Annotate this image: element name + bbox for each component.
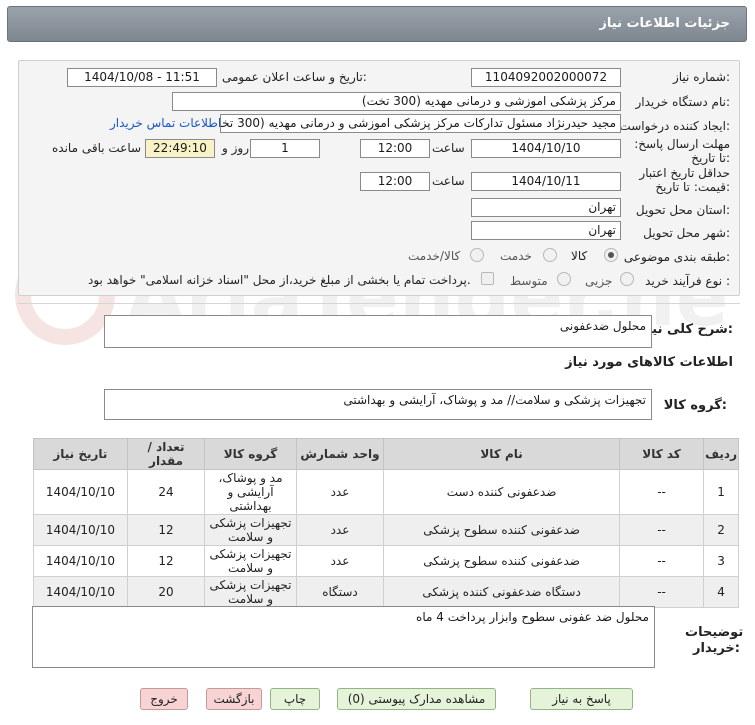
need-number-label: شماره نیاز: [672,70,730,84]
process-minor-radio[interactable] [620,272,634,286]
cell-row-number: 1 [703,469,739,515]
cell-quantity: 12 [126,545,206,577]
col-header-item-name: نام کالا [383,438,620,470]
city-field: تهران [471,221,621,240]
city-label: شهر محل تحویل: [643,226,730,240]
buyer-org-label: نام دستگاه خریدار: [635,95,731,109]
cell-quantity: 24 [126,469,206,515]
cell-group: مد و پوشاک، آرایشی و بهداشتی [204,469,297,515]
cell-item-name: ضدعفونی کننده سطوح پزشکی [383,545,620,577]
requester-label: ایجاد کننده درخواست: [619,119,730,133]
cell-group: تجهیزات پزشکی و سلامت [204,514,297,546]
col-header-quantity: تعداد / مقدار [126,438,206,470]
cell-item-name: ضدعفونی کننده دست [383,469,620,515]
cell-item-code: -- [618,514,705,546]
table-row[interactable]: 3 -- ضدعفونی کننده سطوح پزشکی عدد تجهیزا… [33,545,739,577]
deadline-label: مهلت ارسال پاسخ: تا تاریخ: [634,137,730,165]
buyer-notes-field: محلول ضد عفونی سطوح وابزار پرداخت 4 ماه [32,606,655,668]
table-row[interactable]: 1 -- ضدعفونی کننده دست عدد مد و پوشاک، آ… [33,469,739,515]
cell-unit: عدد [295,469,385,515]
cell-group: تجهیزات پزشکی و سلامت [204,545,297,577]
province-label: استان محل تحویل: [635,203,730,217]
process-minor-label: جزیی [585,274,613,288]
process-medium-label: متوسط [510,274,548,288]
category-goods-radio[interactable] [604,248,618,262]
view-attachments-button[interactable]: مشاهده مدارک پیوستی (0) [337,688,496,710]
category-goods-label: کالا [571,249,588,263]
table-row[interactable]: 2 -- ضدعفونی کننده سطوح پزشکی عدد تجهیزا… [33,514,739,546]
cell-unit: دستگاه [295,576,385,608]
col-header-row-number: ردیف [703,438,739,470]
days-label: روز و [222,141,249,155]
reply-button[interactable]: پاسخ به نیاز [530,688,633,710]
deadline-date-field: 1404/10/10 [471,139,621,158]
deadline-time-field: 12:00 [360,139,430,158]
cell-quantity: 12 [126,514,206,546]
table-header-row: ردیف کد کالا نام کالا واحد شمارش گروه کا… [33,438,739,470]
requester-field: مجید حیدرنژاد مسئول تدارکات مرکز پزشکی ا… [220,114,621,133]
cell-need-date: 1404/10/10 [33,576,128,608]
cell-group: تجهیزات پزشکی و سلامت [204,576,297,608]
cell-item-code: -- [618,469,705,515]
exit-button[interactable]: خروج [140,688,188,710]
announce-field: 1404/10/08 - 11:51 [67,68,217,87]
province-field: تهران [471,198,621,217]
announce-label: تاریخ و ساعت اعلان عمومی: [222,70,367,84]
buyer-org-field: مرکز پزشکی اموزشی و درمانی مهدیه (300 تخ… [172,92,621,111]
buyer-notes-label: توضیحات خریدار: [685,625,744,656]
treasury-payment-note: پرداخت تمام یا بخشی از مبلغ خرید،از محل … [88,273,471,287]
validity-time-label: ساعت [432,174,465,188]
cell-need-date: 1404/10/10 [33,514,128,546]
cell-unit: عدد [295,514,385,546]
cell-row-number: 2 [703,514,739,546]
cell-need-date: 1404/10/10 [33,469,128,515]
deadline-time-label: ساعت [432,141,465,155]
validity-time-field: 12:00 [360,172,430,191]
cell-need-date: 1404/10/10 [33,545,128,577]
col-header-group: گروه کالا [204,438,297,470]
col-header-need-date: تاریخ نیاز [33,438,128,470]
category-goods-service-radio[interactable] [470,248,484,262]
page-header: جزئیات اطلاعات نیاز [7,6,747,42]
cell-unit: عدد [295,545,385,577]
col-header-item-code: کد کالا [618,438,705,470]
cell-item-code: -- [618,576,705,608]
summary-label: شرح کلی نیاز: [639,322,733,337]
col-header-unit: واحد شمارش [295,438,385,470]
validity-label: حداقل تاریخ اعتبار قیمت: تا تاریخ: [639,166,730,194]
days-field: 1 [250,139,320,158]
page-title: جزئیات اطلاعات نیاز [599,16,730,31]
divider [18,303,740,304]
back-button[interactable]: بازگشت [206,688,262,710]
items-table: ردیف کد کالا نام کالا واحد شمارش گروه کا… [33,438,739,608]
category-label: طبقه بندی موضوعی: [623,250,730,264]
print-button[interactable]: چاپ [270,688,320,710]
cell-quantity: 20 [126,576,206,608]
process-medium-radio[interactable] [557,272,571,286]
cell-row-number: 4 [703,576,739,608]
cell-item-name: دستگاه ضدعفونی کننده پزشکی [383,576,620,608]
table-row[interactable]: 4 -- دستگاه ضدعفونی کننده پزشکی دستگاه ت… [33,576,739,608]
contact-info-link[interactable]: اطلاعات تماس خریدار [110,116,221,130]
need-number-field: 1104092002000072 [471,68,621,87]
goods-group-field: تجهیزات پزشکی و سلامت// مد و پوشاک، آرای… [104,389,652,420]
process-label: نوع فرآیند خرید : [645,274,730,288]
remaining-label: ساعت باقی مانده [52,141,142,155]
validity-date-field: 1404/10/11 [471,172,621,191]
category-goods-service-label: کالا/خدمت [408,249,461,263]
cell-item-code: -- [618,545,705,577]
category-service-label: خدمت [500,249,532,263]
category-service-radio[interactable] [543,248,557,262]
cell-row-number: 3 [703,545,739,577]
remaining-time-field: 22:49:10 [145,139,215,158]
goods-group-label: گروه کالا: [663,398,727,413]
cell-item-name: ضدعفونی کننده سطوح پزشکی [383,514,620,546]
treasury-payment-checkbox[interactable] [481,272,494,285]
goods-info-title: اطلاعات کالاهای مورد نیاز [565,355,733,370]
summary-field: محلول ضدعفونی [104,315,652,348]
